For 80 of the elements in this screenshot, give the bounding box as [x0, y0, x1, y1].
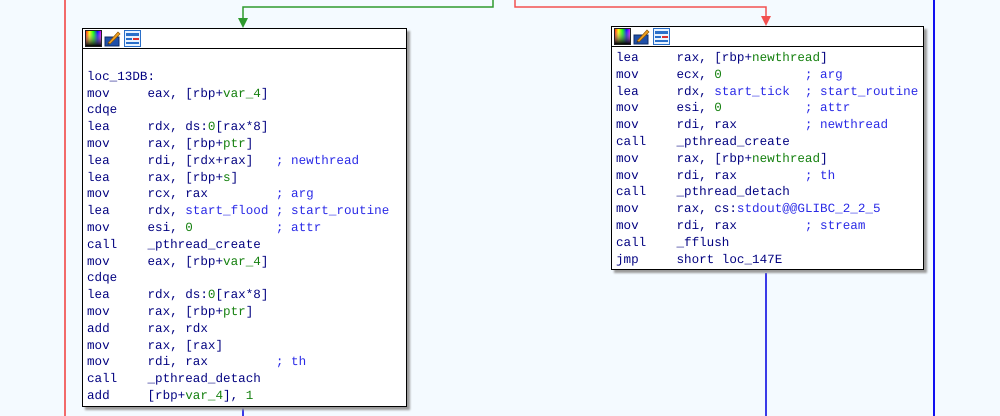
mnemonic: mov	[87, 254, 111, 270]
mnemonic: mov	[616, 66, 640, 84]
mnemonic: mov	[616, 218, 640, 235]
operands: rdi, rax	[147, 354, 209, 372]
mnemonic: lea	[87, 170, 111, 186]
operands: rdx, start_flood	[147, 203, 270, 220]
code-comment: ; start_routine	[276, 203, 390, 220]
graph-icon[interactable]	[124, 30, 141, 47]
code-comment: ; start_routine	[804, 84, 918, 100]
code-comment: ; attr	[804, 100, 850, 118]
code-comment: ; arg	[804, 66, 843, 84]
mnemonic: mov	[87, 220, 111, 237]
mnemonic: mov	[616, 117, 640, 134]
pencil-icon[interactable]	[104, 30, 122, 47]
mnemonic: mov	[87, 86, 111, 102]
operands: rdi, rax	[676, 117, 738, 134]
mnemonic: call	[87, 371, 118, 388]
operands: ecx, 0	[676, 66, 723, 84]
mnemonic: mov	[616, 201, 640, 218]
mnemonic: mov	[87, 354, 111, 372]
palette-icon[interactable]	[614, 28, 631, 45]
mnemonic: mov	[87, 186, 111, 204]
mnemonic: add	[87, 388, 111, 405]
mnemonic: lea	[616, 50, 640, 67]
mnemonic: add	[87, 320, 111, 338]
operands: rdi, rax	[676, 218, 738, 235]
mnemonic: mov	[87, 338, 111, 354]
operands: short loc_147E	[676, 252, 784, 268]
operands: _pthread_detach	[147, 371, 262, 388]
operands: rdx, start_tick	[676, 84, 791, 100]
code-comment: ; attr	[276, 220, 322, 237]
operands: rax, cs:stdout@@GLIBC_2_2_5	[676, 201, 881, 218]
operands: eax, [rbp+var_4]	[147, 254, 270, 270]
graph-icon[interactable]	[653, 28, 670, 45]
mnemonic: cdqe	[87, 270, 118, 288]
mnemonic: call	[87, 236, 118, 254]
mnemonic: lea	[87, 287, 111, 304]
operands: rdx, ds:0[rax*8]	[147, 287, 270, 304]
code-comment: ; stream	[804, 218, 866, 235]
mnemonic: mov	[87, 304, 111, 321]
code-comment: ; th	[276, 354, 306, 372]
mnemonic: cdqe	[87, 102, 118, 120]
operands: _pthread_detach	[676, 184, 791, 202]
mnemonic: mov	[616, 100, 640, 118]
mnemonic: lea	[87, 203, 111, 220]
code-comment: ; arg	[276, 186, 314, 204]
mnemonic: lea	[616, 84, 640, 100]
code-comment: ; newthread	[276, 152, 360, 170]
code-comment: ; newthread	[804, 117, 888, 134]
code-label: loc_13DB:	[87, 68, 156, 86]
mnemonic: call	[616, 184, 648, 202]
operands: esi, 0	[147, 220, 194, 237]
operands: eax, [rbp+var_4]	[147, 86, 270, 102]
palette-icon[interactable]	[85, 30, 102, 47]
operands: rax, [rbp+s]	[147, 170, 240, 186]
operands: [rbp+var_4], 1	[147, 388, 254, 405]
pencil-icon[interactable]	[633, 28, 651, 45]
mnemonic: lea	[87, 152, 111, 170]
operands: rax, [rbp+newthread]	[676, 150, 828, 168]
operands: rdi, [rdx+rax]	[147, 152, 254, 170]
operands: _pthread_create	[676, 134, 791, 151]
operands: rdi, rax	[676, 168, 738, 184]
mnemonic: mov	[616, 150, 640, 168]
operands: _fflush	[676, 234, 730, 252]
mnemonic: mov	[87, 136, 111, 153]
operands: rax, rdx	[147, 320, 209, 338]
operands: rax, [rbp+ptr]	[147, 304, 254, 321]
operands: _pthread_create	[147, 236, 262, 254]
code-comment: ; th	[804, 168, 836, 184]
operands: esi, 0	[676, 100, 723, 118]
mnemonic: call	[616, 134, 648, 151]
mnemonic: lea	[87, 119, 111, 136]
mnemonic: jmp	[616, 252, 640, 268]
operands: rdx, ds:0[rax*8]	[147, 119, 270, 136]
operands: rcx, rax	[147, 186, 209, 204]
operands: rax, [rbp+ptr]	[147, 136, 254, 153]
mnemonic: call	[616, 234, 648, 252]
mnemonic: mov	[616, 168, 640, 184]
operands: rax, [rax]	[147, 338, 224, 354]
operands: rax, [rbp+newthread]	[676, 50, 828, 67]
